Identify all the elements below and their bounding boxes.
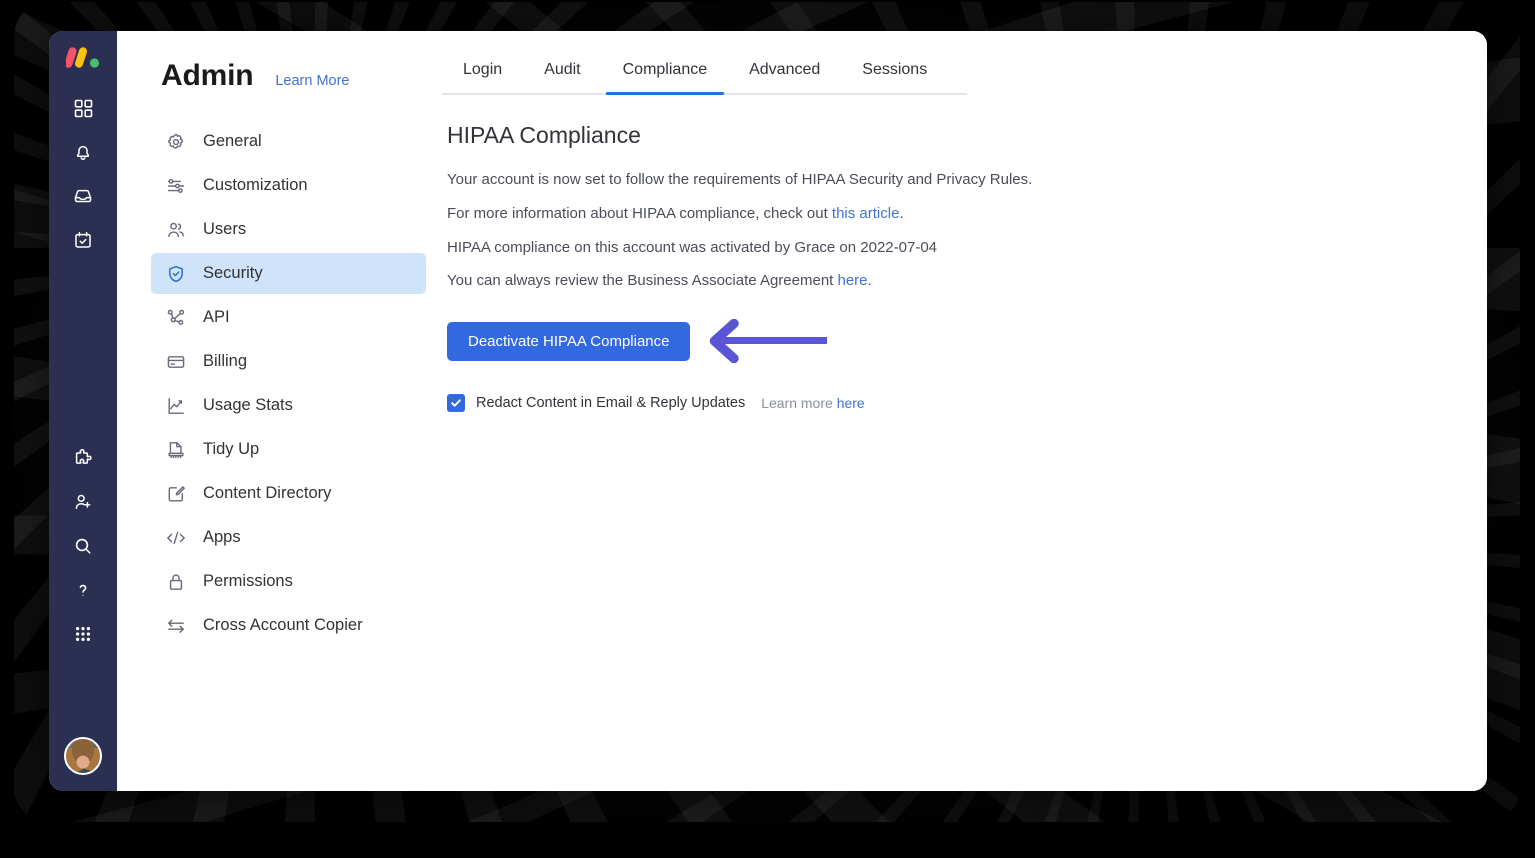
sidebar-item-security[interactable]: Security bbox=[151, 253, 426, 294]
this-article-link[interactable]: this article bbox=[832, 205, 900, 222]
redact-content-row: Redact Content in Email & Reply Updates … bbox=[447, 394, 1447, 412]
chart-line-icon bbox=[165, 395, 187, 417]
tidy-up-icon bbox=[165, 439, 187, 461]
sidebar-item-api[interactable]: API bbox=[151, 297, 426, 338]
line2-post-text: . bbox=[899, 204, 904, 222]
sidebar-item-users[interactable]: Users bbox=[151, 209, 426, 250]
redact-content-label: Redact Content in Email & Reply Updates bbox=[476, 395, 746, 411]
credit-card-icon bbox=[165, 351, 187, 373]
section-heading: HIPAA Compliance bbox=[447, 122, 641, 148]
monday-logo[interactable] bbox=[64, 45, 100, 69]
tab-compliance[interactable]: Compliance bbox=[602, 61, 728, 93]
sidebar-item-billing[interactable]: Billing bbox=[151, 341, 426, 382]
content-directory-icon bbox=[165, 483, 187, 505]
sidebar-item-label: Customization bbox=[203, 176, 308, 194]
admin-nav-list: General Customization Users Security API… bbox=[117, 121, 442, 646]
sidebar-item-label: Apps bbox=[203, 528, 241, 546]
sidebar-item-label: Billing bbox=[203, 352, 248, 370]
sidebar-item-label: Tidy Up bbox=[203, 440, 260, 458]
sidebar-item-usage-stats[interactable]: Usage Stats bbox=[151, 385, 426, 426]
tabs-container: Login Audit Compliance Advanced Sessions bbox=[442, 61, 967, 95]
compliance-line-3: HIPAA compliance on this account was act… bbox=[447, 238, 937, 256]
home-grid-icon[interactable] bbox=[66, 91, 100, 125]
invite-member-icon[interactable] bbox=[66, 485, 100, 519]
sidebar-item-permissions[interactable]: Permissions bbox=[151, 561, 426, 602]
sidebar-item-label: General bbox=[203, 132, 262, 150]
lock-icon bbox=[165, 571, 187, 593]
line4-pre-text: You can always review the Business Assoc… bbox=[447, 272, 838, 290]
deactivate-hipaa-compliance-button[interactable]: Deactivate HIPAA Compliance bbox=[447, 321, 691, 361]
admin-main-pane: Login Audit Compliance Advanced Sessions… bbox=[442, 31, 1487, 791]
sidebar-item-label: Users bbox=[203, 220, 247, 238]
gear-icon bbox=[165, 131, 187, 153]
my-work-calendar-icon[interactable] bbox=[66, 223, 100, 257]
help-question-icon[interactable] bbox=[66, 573, 100, 607]
compliance-line-2: For more information about HIPAA complia… bbox=[447, 203, 1447, 225]
avatar[interactable] bbox=[64, 737, 102, 775]
compliance-content: HIPAA Compliance Your account is now set… bbox=[442, 95, 1447, 412]
api-nodes-icon bbox=[165, 307, 187, 329]
notifications-bell-icon[interactable] bbox=[66, 135, 100, 169]
tab-audit[interactable]: Audit bbox=[523, 61, 601, 93]
annotation-arrow-left-icon bbox=[706, 319, 828, 363]
admin-body: Admin Learn More General Customization U… bbox=[117, 31, 1487, 791]
sidebar-item-label: Cross Account Copier bbox=[203, 616, 363, 634]
sidebar-item-general[interactable]: General bbox=[151, 121, 426, 162]
search-icon[interactable] bbox=[66, 529, 100, 563]
learn-more-text: Learn more bbox=[761, 395, 833, 411]
sidebar-item-label: Permissions bbox=[203, 572, 293, 590]
sliders-icon bbox=[165, 175, 187, 197]
redact-here-link[interactable]: here bbox=[837, 395, 865, 411]
code-brackets-icon bbox=[165, 527, 187, 549]
compliance-line-4: You can always review the Business Assoc… bbox=[447, 270, 1447, 292]
tab-login[interactable]: Login bbox=[442, 61, 523, 93]
line4-post-text: . bbox=[867, 272, 872, 290]
tab-sessions[interactable]: Sessions bbox=[841, 61, 948, 93]
redact-learn-more: Learn more here bbox=[761, 395, 865, 411]
sidebar-item-label: API bbox=[203, 308, 230, 326]
sidebar-item-label: Security bbox=[203, 264, 263, 282]
users-icon bbox=[165, 219, 187, 241]
sidebar-item-customization[interactable]: Customization bbox=[151, 165, 426, 206]
line2-pre-text: For more information about HIPAA complia… bbox=[447, 204, 832, 222]
global-left-rail bbox=[49, 31, 117, 791]
redact-content-checkbox[interactable] bbox=[447, 394, 465, 412]
sidebar-item-tidy-up[interactable]: Tidy Up bbox=[151, 429, 426, 470]
tab-strip: Login Audit Compliance Advanced Sessions bbox=[442, 61, 967, 93]
sidebar-item-cross-account-copier[interactable]: Cross Account Copier bbox=[151, 605, 426, 646]
sidebar-item-apps[interactable]: Apps bbox=[151, 517, 426, 558]
screenshot-root: Admin Learn More General Customization U… bbox=[0, 0, 1535, 858]
admin-side-nav: Admin Learn More General Customization U… bbox=[117, 31, 442, 791]
shield-check-icon bbox=[165, 263, 187, 285]
page-title: Admin bbox=[161, 59, 254, 92]
admin-nav-header: Admin Learn More bbox=[117, 59, 442, 93]
products-dots-icon[interactable] bbox=[66, 617, 100, 651]
tab-divider bbox=[442, 92, 967, 95]
compliance-line-1: Your account is now set to follow the re… bbox=[447, 171, 1033, 188]
sidebar-item-label: Usage Stats bbox=[203, 396, 293, 414]
learn-more-link[interactable]: Learn More bbox=[275, 73, 349, 89]
apps-puzzle-icon[interactable] bbox=[66, 441, 100, 475]
baa-here-link[interactable]: here bbox=[838, 272, 868, 289]
sidebar-item-content-directory[interactable]: Content Directory bbox=[151, 473, 426, 514]
transfer-arrows-icon bbox=[165, 615, 187, 637]
inbox-icon[interactable] bbox=[66, 179, 100, 213]
sidebar-item-label: Content Directory bbox=[203, 484, 332, 502]
deactivate-row: Deactivate HIPAA Compliance bbox=[447, 319, 1447, 363]
app-window: Admin Learn More General Customization U… bbox=[49, 31, 1487, 791]
tab-advanced[interactable]: Advanced bbox=[728, 61, 841, 93]
active-tab-underline bbox=[605, 92, 725, 95]
rail-bottom-section bbox=[64, 725, 102, 775]
